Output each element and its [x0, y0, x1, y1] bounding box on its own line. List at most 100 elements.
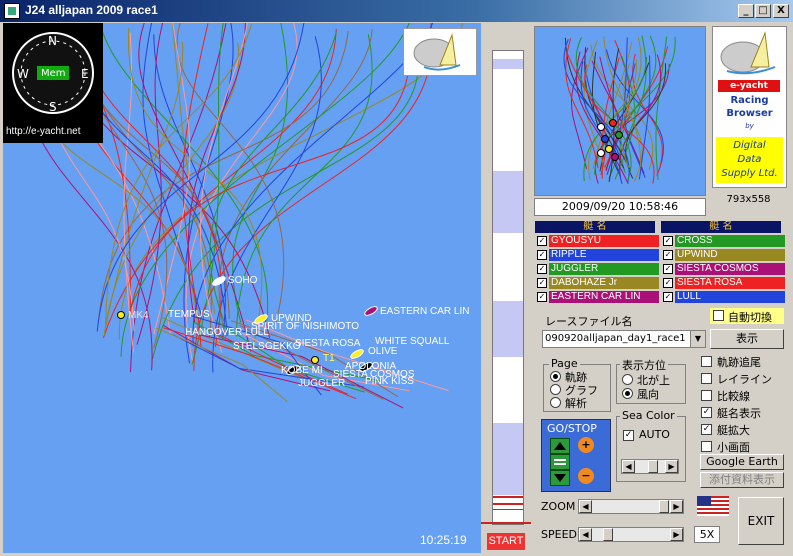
- option-label-5: 小画面: [717, 441, 750, 454]
- dropdown-arrow-icon[interactable]: ▼: [690, 331, 705, 347]
- option-label-4: 艇拡大: [717, 424, 750, 437]
- boat-checkbox[interactable]: ✓: [663, 292, 673, 302]
- boat-checkbox[interactable]: ✓: [663, 250, 673, 260]
- boat-name: RIPPLE: [549, 249, 659, 261]
- site-url[interactable]: http://e-yacht.net: [6, 126, 81, 137]
- sea-color-thumb[interactable]: [648, 460, 658, 473]
- svg-text:S: S: [49, 100, 57, 114]
- direction-radio-wind[interactable]: [622, 388, 633, 399]
- boat-name: DABOHAZE Jr: [549, 277, 659, 289]
- slider-left-icon[interactable]: ◀: [622, 460, 635, 473]
- slider-right-icon[interactable]: ▶: [665, 460, 678, 473]
- title-bar[interactable]: J24 alljapan 2009 race1 _ □ X: [0, 0, 793, 22]
- speed-up-icon[interactable]: +: [578, 437, 594, 453]
- brand-name-1: Racing: [730, 95, 769, 106]
- option-checkbox-4[interactable]: ✓: [701, 424, 712, 435]
- zoom-right-icon[interactable]: ▶: [670, 500, 683, 513]
- maximize-button[interactable]: □: [755, 4, 771, 18]
- brand-panel: e-yacht Racing Browser by Digital Data S…: [712, 26, 787, 188]
- option-label-2: 比較線: [717, 390, 750, 403]
- boat-row-left-2[interactable]: ✓ JUGGLER: [535, 263, 659, 276]
- boat-name: CROSS: [675, 235, 785, 247]
- race-file-select[interactable]: 090920alljapan_day1_race1.txt ▼: [542, 330, 706, 348]
- boat-row-right-4[interactable]: ✓ LULL: [661, 291, 785, 304]
- us-flag-icon[interactable]: [697, 496, 729, 516]
- boat-row-left-0[interactable]: ✓ GYOUSYU: [535, 235, 659, 248]
- timeline-bar[interactable]: [492, 50, 524, 525]
- brand-by: by: [745, 122, 754, 130]
- compass: N S W E Mem: [3, 23, 103, 143]
- minimize-button[interactable]: _: [738, 4, 754, 18]
- boat-checkbox[interactable]: ✓: [537, 264, 547, 274]
- speed-left-icon[interactable]: ◀: [579, 528, 592, 541]
- option-checkbox-1[interactable]: [701, 373, 712, 384]
- speed-slider[interactable]: ◀ ▶: [578, 527, 684, 542]
- direction-option-wind: 風向: [637, 388, 659, 401]
- zoom-slider[interactable]: ◀ ▶: [578, 499, 684, 514]
- option-checkbox-2[interactable]: [701, 390, 712, 401]
- supplier-box: Digital Data Supply Ltd.: [716, 137, 783, 183]
- boat-checkbox[interactable]: ✓: [537, 236, 547, 246]
- exit-button[interactable]: EXIT: [738, 497, 784, 545]
- mini-map-tracks: [563, 35, 676, 185]
- option-label-0: 軌跡追尾: [717, 356, 761, 369]
- boat-row-left-3[interactable]: ✓ DABOHAZE Jr: [535, 277, 659, 290]
- google-earth-button[interactable]: Google Earth: [700, 454, 784, 470]
- timeline-cursor[interactable]: [481, 522, 531, 524]
- supplier-line-2: Data: [737, 154, 762, 165]
- boat-name: LULL: [675, 291, 785, 303]
- boat-name: SIESTA ROSA: [675, 277, 785, 289]
- page-radio-analysis[interactable]: [550, 397, 561, 408]
- close-button[interactable]: X: [773, 4, 789, 18]
- go-stop-panel: GO/STOP + −: [541, 419, 611, 492]
- auto-switch-label: 自動切換: [728, 311, 772, 324]
- boat-row-right-3[interactable]: ✓ SIESTA ROSA: [661, 277, 785, 290]
- boat-row-right-2[interactable]: ✓ SIESTA COSMOS: [661, 263, 785, 276]
- boat-row-right-1[interactable]: ✓ UPWIND: [661, 249, 785, 262]
- attachment-button[interactable]: 添付資料表示: [700, 472, 784, 488]
- mini-map[interactable]: [534, 26, 706, 196]
- boat-checkbox[interactable]: ✓: [663, 264, 673, 274]
- direction-radio-north[interactable]: [622, 374, 633, 385]
- go-down-button[interactable]: [550, 470, 570, 486]
- race-file-label: レースファイル名: [545, 315, 633, 328]
- display-button[interactable]: 表示: [710, 329, 784, 349]
- boat-row-right-0[interactable]: ✓ CROSS: [661, 235, 785, 248]
- auto-switch-checkbox[interactable]: [713, 310, 724, 321]
- speed-value: 5X: [694, 526, 720, 543]
- boat-row-left-1[interactable]: ✓ RIPPLE: [535, 249, 659, 262]
- page-radio-track[interactable]: [550, 371, 561, 382]
- auto-switch-box[interactable]: 自動切換: [710, 308, 784, 324]
- speed-thumb[interactable]: [603, 528, 613, 541]
- start-button[interactable]: START: [487, 533, 525, 550]
- zoom-left-icon[interactable]: ◀: [579, 500, 592, 513]
- svg-text:E: E: [81, 67, 89, 81]
- boat-checkbox[interactable]: ✓: [537, 292, 547, 302]
- sea-color-auto-checkbox[interactable]: ✓: [623, 430, 634, 441]
- boat-checkbox[interactable]: ✓: [537, 250, 547, 260]
- boat-label-eastern: EASTERN CAR LIN: [380, 306, 470, 317]
- option-checkbox-0[interactable]: [701, 356, 712, 367]
- page-radio-graph[interactable]: [550, 384, 561, 395]
- sea-color-slider[interactable]: ◀ ▶: [621, 459, 679, 474]
- boat-label-stels: STELS: [233, 341, 265, 352]
- option-checkbox-5[interactable]: [701, 441, 712, 452]
- speed-down-icon[interactable]: −: [578, 468, 594, 484]
- boat-label-soho: SOHO: [228, 275, 258, 286]
- boat-name: EASTERN CAR LIN: [549, 291, 659, 303]
- zoom-thumb[interactable]: [659, 500, 669, 513]
- speed-label: SPEED: [541, 528, 577, 541]
- supplier-line-3: Supply Ltd.: [721, 168, 778, 179]
- boat-label-siesta-rosa: SIESTA ROSA: [295, 338, 361, 349]
- window-title: J24 alljapan 2009 race1: [25, 3, 158, 17]
- go-up-button[interactable]: [550, 438, 570, 454]
- supplier-line-1: Digital: [733, 140, 766, 151]
- pause-button[interactable]: [550, 454, 570, 470]
- boat-row-left-4[interactable]: ✓ EASTERN CAR LIN: [535, 291, 659, 304]
- boat-checkbox[interactable]: ✓: [663, 278, 673, 288]
- boat-checkbox[interactable]: ✓: [537, 278, 547, 288]
- option-checkbox-3[interactable]: ✓: [701, 407, 712, 418]
- boat-checkbox[interactable]: ✓: [663, 236, 673, 246]
- e-yacht-logo: [403, 28, 477, 76]
- speed-right-icon[interactable]: ▶: [670, 528, 683, 541]
